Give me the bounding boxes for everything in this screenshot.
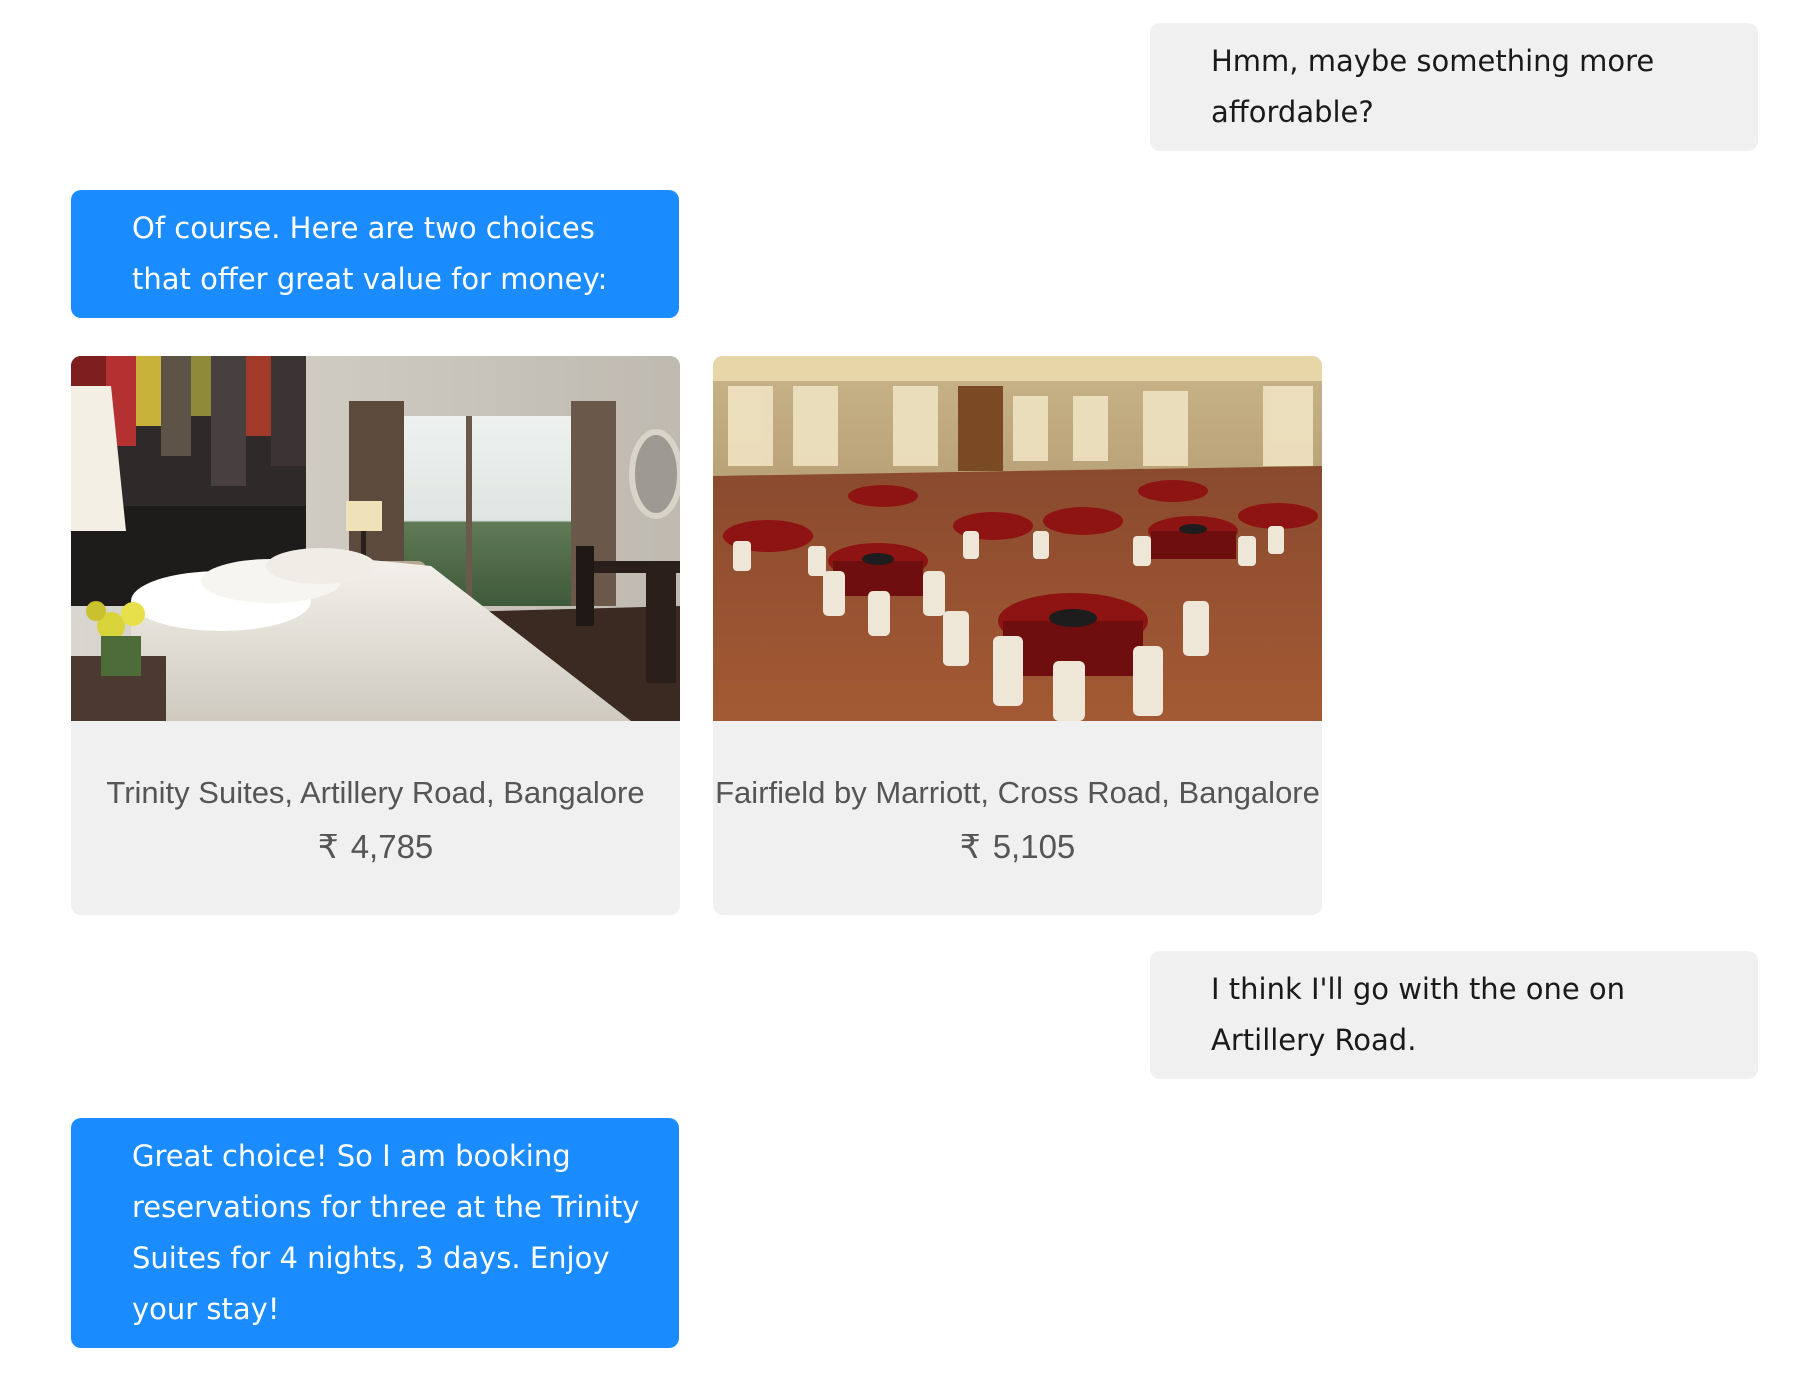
hotel-price: ₹4,785 — [71, 827, 680, 867]
hotel-price: ₹5,105 — [713, 827, 1322, 867]
hotel-card-info: Trinity Suites, Artillery Road, Bangalor… — [71, 721, 680, 915]
hotel-card-info: Fairfield by Marriott, Cross Road, Banga… — [713, 721, 1322, 915]
hotel-room-photo — [71, 356, 680, 721]
bot-message: Great choice! So I am booking reservatio… — [71, 1118, 679, 1348]
user-message: I think I'll go with the one on Artiller… — [1150, 951, 1758, 1079]
banquet-hall-photo — [713, 356, 1322, 721]
price-value: 4,785 — [350, 828, 434, 865]
hotel-card-fairfield-marriott[interactable]: Fairfield by Marriott, Cross Road, Banga… — [713, 356, 1322, 915]
price-value: 5,105 — [992, 828, 1076, 865]
user-message: Hmm, maybe something more affordable? — [1150, 23, 1758, 151]
hotel-name: Fairfield by Marriott, Cross Road, Banga… — [715, 775, 1320, 810]
bot-message: Of course. Here are two choices that off… — [71, 190, 679, 318]
currency-symbol: ₹ — [317, 828, 339, 865]
currency-symbol: ₹ — [959, 828, 981, 865]
chat-transcript: Hmm, maybe something more affordable? Of… — [0, 0, 1816, 1380]
hotel-card-trinity-suites[interactable]: Trinity Suites, Artillery Road, Bangalor… — [71, 356, 680, 915]
hotel-name: Trinity Suites, Artillery Road, Bangalor… — [106, 775, 645, 810]
